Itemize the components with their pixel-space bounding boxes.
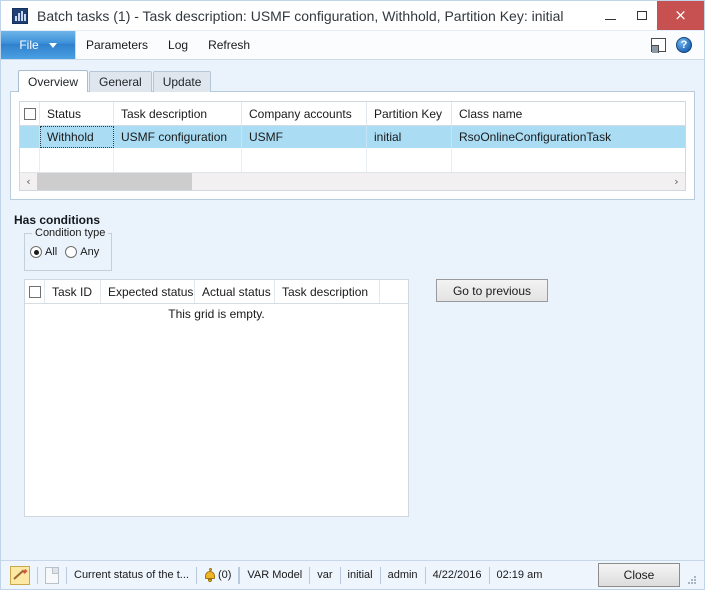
conditions-grid[interactable]: Task ID Expected status Actual status Ta… xyxy=(24,279,409,517)
tasks-select-all-cell[interactable] xyxy=(20,102,40,125)
blank-select xyxy=(20,148,40,172)
tasks-grid[interactable]: Status Task description Company accounts… xyxy=(19,101,686,191)
tab-update[interactable]: Update xyxy=(153,71,212,92)
status-bar: Current status of the t... (0) VAR Model… xyxy=(1,560,704,589)
status-separator xyxy=(37,567,38,584)
cell-partition-key[interactable]: initial xyxy=(367,126,452,148)
scroll-left-arrow-icon[interactable]: ‹ xyxy=(20,176,37,187)
tasks-grid-horizontal-scrollbar[interactable]: ‹ › xyxy=(20,172,685,190)
status-model: VAR Model xyxy=(247,569,302,581)
status-separator xyxy=(66,567,67,584)
status-separator xyxy=(425,567,426,584)
bell-icon xyxy=(204,568,217,582)
pencil-edit-icon[interactable] xyxy=(10,566,30,585)
tab-overview[interactable]: Overview xyxy=(18,70,88,92)
go-to-previous-button[interactable]: Go to previous xyxy=(436,279,548,302)
tasks-column-partition-key[interactable]: Partition Key xyxy=(367,102,452,125)
menu-item-parameters[interactable]: Parameters xyxy=(76,31,158,59)
minimize-button[interactable] xyxy=(595,1,626,30)
has-conditions-label: Has conditions xyxy=(14,213,695,227)
row-select-cell[interactable] xyxy=(20,126,40,148)
radio-all-label: All xyxy=(45,246,57,258)
file-menu-button[interactable]: File xyxy=(1,31,76,59)
radio-any-label: Any xyxy=(80,246,99,258)
tasks-column-status[interactable]: Status xyxy=(40,102,114,125)
tasks-grid-header: Status Task description Company accounts… xyxy=(20,102,685,126)
notification-count: (0) xyxy=(218,569,231,581)
conditions-grid-empty-message: This grid is empty. xyxy=(25,304,408,321)
menu-spacer xyxy=(260,31,651,59)
select-all-checkbox[interactable] xyxy=(24,108,36,120)
status-separator xyxy=(489,567,490,584)
tasks-column-company-accounts[interactable]: Company accounts xyxy=(242,102,367,125)
status-time: 02:19 am xyxy=(497,569,543,581)
status-layer: var xyxy=(317,569,332,581)
cell-task-description[interactable]: USMF configuration xyxy=(114,126,242,148)
status-user: admin xyxy=(388,569,418,581)
file-menu-label: File xyxy=(19,38,38,52)
blank-status xyxy=(40,148,114,172)
conditions-area: Task ID Expected status Actual status Ta… xyxy=(10,279,695,560)
batch-tasks-window: Batch tasks (1) - Task description: USMF… xyxy=(0,0,705,590)
toolbar-icons: ? xyxy=(651,31,704,59)
radio-condition-any[interactable]: Any xyxy=(65,246,99,258)
cell-class-name[interactable]: RsoOnlineConfigurationTask xyxy=(452,126,685,148)
menu-item-log[interactable]: Log xyxy=(158,31,198,59)
status-separator xyxy=(239,567,240,584)
conditions-column-expected-status[interactable]: Expected status xyxy=(101,280,195,303)
menu-bar: File Parameters Log Refresh ? xyxy=(1,31,704,60)
condition-type-groupbox: Condition type All Any xyxy=(24,233,112,271)
tasks-column-task-description[interactable]: Task description xyxy=(114,102,242,125)
document-icon[interactable] xyxy=(45,567,59,584)
scrollbar-thumb[interactable] xyxy=(37,173,192,190)
blank-class-name xyxy=(452,148,685,172)
tasks-column-class-name[interactable]: Class name xyxy=(452,102,685,125)
condition-type-radio-group: All Any xyxy=(25,244,111,258)
batch-tasks-icon xyxy=(12,8,28,24)
blank-partition-key xyxy=(367,148,452,172)
resize-grip-icon[interactable] xyxy=(686,574,698,586)
cell-status[interactable]: Withhold xyxy=(40,126,114,148)
conditions-column-task-description[interactable]: Task description xyxy=(275,280,380,303)
conditions-column-actual-status[interactable]: Actual status xyxy=(195,280,275,303)
close-window-button[interactable]: × xyxy=(657,1,704,30)
radio-any-indicator xyxy=(65,246,77,258)
conditions-column-task-id[interactable]: Task ID xyxy=(45,280,101,303)
scroll-right-arrow-icon[interactable]: › xyxy=(668,176,685,187)
scrollbar-track[interactable] xyxy=(37,173,668,190)
conditions-select-all-cell[interactable] xyxy=(25,280,45,303)
radio-all-indicator xyxy=(30,246,42,258)
overview-panel: Status Task description Company accounts… xyxy=(10,91,695,200)
help-icon[interactable]: ? xyxy=(676,37,692,53)
conditions-column-filler[interactable] xyxy=(380,280,408,303)
window-title: Batch tasks (1) - Task description: USMF… xyxy=(37,8,595,24)
status-separator xyxy=(309,567,310,584)
status-partition: initial xyxy=(348,569,373,581)
conditions-grid-header: Task ID Expected status Actual status Ta… xyxy=(25,280,408,304)
split-pane-icon[interactable] xyxy=(651,38,666,52)
status-separator xyxy=(340,567,341,584)
tasks-grid-blank-area xyxy=(20,148,685,172)
tab-strip: Overview General Update xyxy=(18,70,695,92)
condition-type-legend: Condition type xyxy=(32,227,108,239)
conditions-select-all-checkbox[interactable] xyxy=(29,286,41,298)
blank-company-accounts xyxy=(242,148,367,172)
main-content: Overview General Update Status Task desc… xyxy=(1,60,704,560)
close-button[interactable]: Close xyxy=(598,563,680,587)
status-separator xyxy=(196,567,197,584)
maximize-button[interactable] xyxy=(626,1,657,30)
window-controls: × xyxy=(595,1,704,30)
chevron-down-icon xyxy=(49,43,57,48)
status-message: Current status of the t... xyxy=(74,569,189,581)
blank-task-description xyxy=(114,148,242,172)
tab-general[interactable]: General xyxy=(89,71,152,92)
notification-indicator[interactable]: (0) xyxy=(204,568,231,582)
cell-company-accounts[interactable]: USMF xyxy=(242,126,367,148)
status-date: 4/22/2016 xyxy=(433,569,482,581)
radio-condition-all[interactable]: All xyxy=(30,246,57,258)
menu-item-refresh[interactable]: Refresh xyxy=(198,31,260,59)
status-separator xyxy=(380,567,381,584)
title-bar: Batch tasks (1) - Task description: USMF… xyxy=(1,1,704,31)
table-row[interactable]: Withhold USMF configuration USMF initial… xyxy=(20,126,685,148)
